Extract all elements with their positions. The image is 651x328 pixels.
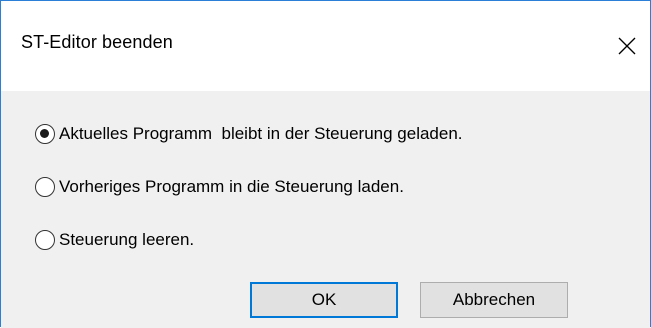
cancel-button[interactable]: Abbrechen: [420, 282, 568, 318]
option-load-previous-program[interactable]: Vorheriges Programm in die Steuerung lad…: [35, 175, 404, 199]
option-keep-program[interactable]: Aktuelles Programm bleibt in der Steueru…: [35, 122, 463, 146]
dialog-content: Aktuelles Programm bleibt in der Steueru…: [1, 91, 650, 328]
option-label: Aktuelles Programm bleibt in der Steueru…: [59, 124, 463, 143]
option-label: Steuerung leeren.: [59, 230, 195, 249]
radio-button[interactable]: [35, 230, 55, 250]
close-button[interactable]: [604, 18, 650, 74]
radio-button-checked[interactable]: [35, 124, 55, 144]
title-bar: ST-Editor beenden: [1, 1, 650, 91]
option-label: Vorheriges Programm in die Steuerung lad…: [59, 177, 404, 196]
ok-button[interactable]: OK: [250, 282, 398, 318]
close-icon: [618, 37, 636, 55]
option-clear-controller[interactable]: Steuerung leeren.: [35, 228, 194, 252]
radio-button[interactable]: [35, 177, 55, 197]
dialog-window: ST-Editor beenden Aktuelles Programm ble…: [0, 0, 651, 328]
dialog-title: ST-Editor beenden: [21, 32, 173, 52]
